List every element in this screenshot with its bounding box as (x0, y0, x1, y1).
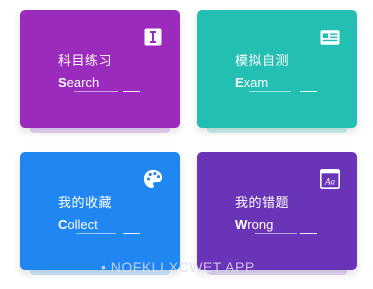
card-title: 我的错题 (235, 196, 290, 211)
card-collect[interactable]: 我的收藏 Collect (20, 152, 180, 275)
card-underline (74, 91, 118, 92)
card-wrong[interactable]: Aa 我的错题 Wrong (197, 152, 357, 275)
card-underline-accent (123, 91, 140, 92)
card-underline-accent (300, 91, 317, 92)
font-aa-icon: Aa (320, 169, 340, 189)
card-underline-accent (123, 233, 140, 234)
card-underline (76, 233, 116, 234)
card-exam[interactable]: 模拟自测 Exam (197, 10, 357, 133)
palette-icon (143, 169, 163, 189)
card-underline (249, 91, 291, 92)
card-subtitle: Collect (58, 217, 98, 232)
card-underline-accent (300, 233, 317, 234)
card-title: 我的收藏 (58, 196, 113, 211)
card-shadow (30, 128, 170, 133)
card-title: 科目练习 (58, 54, 113, 69)
id-card-icon (320, 27, 340, 47)
text-cursor-icon (143, 27, 163, 47)
watermark-text: • NOFKLI XCWET APP (101, 259, 255, 275)
card-subtitle: Search (58, 75, 100, 90)
card-subtitle: Exam (235, 75, 269, 90)
card-shadow (207, 128, 347, 133)
card-search[interactable]: 科目练习 Search (20, 10, 180, 133)
card-underline (255, 233, 297, 234)
card-title: 模拟自测 (235, 54, 290, 69)
card-subtitle: Wrong (235, 217, 274, 232)
svg-text:Aa: Aa (324, 177, 335, 187)
